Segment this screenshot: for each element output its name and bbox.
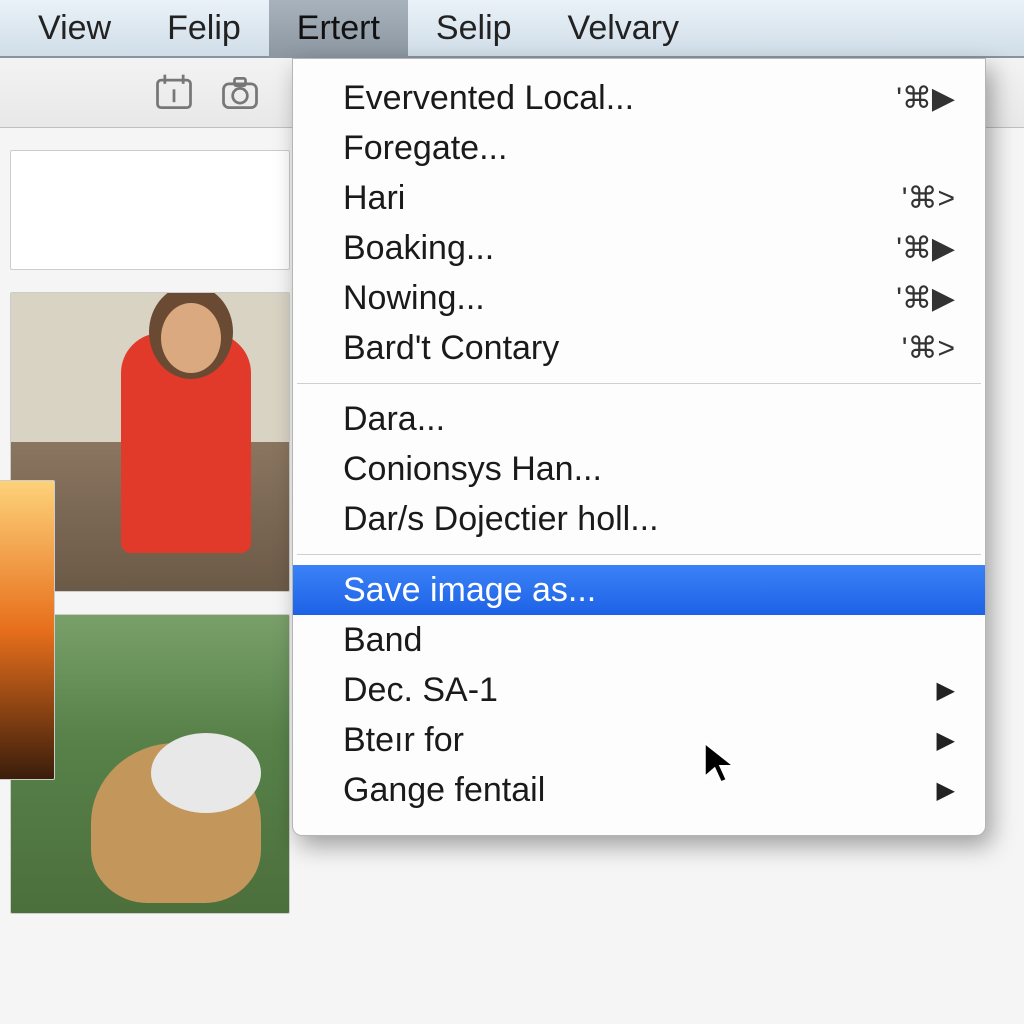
menu-item-nowing[interactable]: Nowing... '⌘▶ (293, 273, 985, 323)
menu-item-conionsys[interactable]: Conionsys Han... (293, 444, 985, 494)
menu-shortcut: '⌘> (902, 181, 955, 216)
menu-item-label: Bteır for (343, 721, 464, 760)
menu-item-label: Nowing... (343, 279, 485, 318)
menu-item-label: Dar/s Dojectier holl... (343, 500, 659, 539)
menu-item-foregate[interactable]: Foregate... (293, 123, 985, 173)
dropdown-menu: Evervented Local... '⌘▶ Foregate... Hari… (292, 58, 986, 836)
menu-item-bardt[interactable]: Bard't Contary '⌘> (293, 323, 985, 373)
menu-item-save-image-as[interactable]: Save image as... (293, 565, 985, 615)
menu-item-label: Conionsys Han... (343, 450, 602, 489)
menubar-item-selip[interactable]: Selip (408, 0, 540, 58)
calendar-icon[interactable] (150, 69, 198, 117)
menu-item-label: Boaking... (343, 229, 494, 268)
menu-item-gange[interactable]: Gange fentail ▶ (293, 765, 985, 815)
menu-item-dara[interactable]: Dara... (293, 394, 985, 444)
menu-item-hari[interactable]: Hari '⌘> (293, 173, 985, 223)
menu-item-bteir[interactable]: Bteır for ▶ (293, 715, 985, 765)
menubar: View Felip Ertert Selip Velvary (0, 0, 1024, 58)
menu-item-evervented[interactable]: Evervented Local... '⌘▶ (293, 73, 985, 123)
menu-item-label: Hari (343, 179, 405, 218)
menubar-item-ertert[interactable]: Ertert (269, 0, 408, 58)
menu-item-band[interactable]: Band (293, 615, 985, 665)
menu-separator (297, 383, 981, 384)
menu-item-label: Evervented Local... (343, 79, 634, 118)
menu-shortcut: '⌘▶ (896, 81, 955, 116)
thumbnail-sunset[interactable] (0, 480, 55, 780)
menu-separator (297, 554, 981, 555)
menu-shortcut: '⌘> (902, 331, 955, 366)
menu-item-dec-sa1[interactable]: Dec. SA-1 ▶ (293, 665, 985, 715)
menubar-item-velvary[interactable]: Velvary (540, 0, 708, 58)
submenu-arrow-icon: ▶ (937, 726, 955, 755)
thumbnail-blank[interactable] (10, 150, 290, 270)
menu-item-label: Save image as... (343, 571, 596, 610)
menu-item-label: Dara... (343, 400, 445, 439)
submenu-arrow-icon: ▶ (937, 776, 955, 805)
menu-item-label: Dec. SA-1 (343, 671, 498, 710)
menu-item-label: Gange fentail (343, 771, 545, 810)
menubar-item-view[interactable]: View (10, 0, 139, 58)
menu-item-label: Bard't Contary (343, 329, 559, 368)
menu-item-label: Foregate... (343, 129, 507, 168)
menu-item-boaking[interactable]: Boaking... '⌘▶ (293, 223, 985, 273)
menu-item-dars[interactable]: Dar/s Dojectier holl... (293, 494, 985, 544)
submenu-arrow-icon: ▶ (937, 676, 955, 705)
menu-item-label: Band (343, 621, 422, 660)
menubar-item-felip[interactable]: Felip (139, 0, 269, 58)
menu-shortcut: '⌘▶ (896, 281, 955, 316)
camera-icon[interactable] (216, 69, 264, 117)
menu-shortcut: '⌘▶ (896, 231, 955, 266)
